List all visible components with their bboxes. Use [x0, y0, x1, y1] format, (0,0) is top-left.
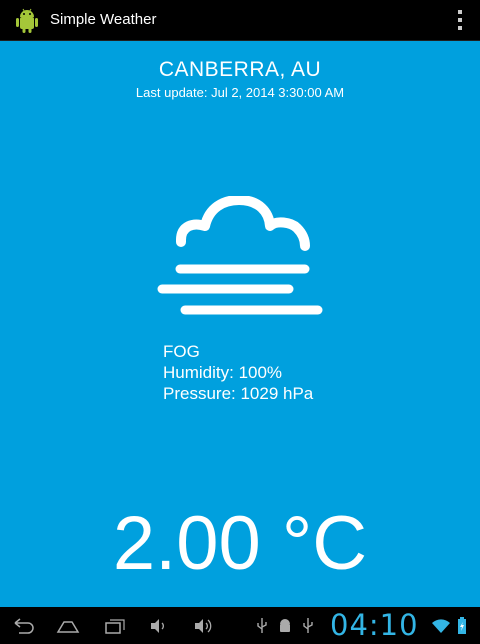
pressure-text: Pressure: 1029 hPa	[163, 384, 314, 403]
humidity-text: Humidity: 100%	[163, 363, 283, 382]
fog-icon	[157, 196, 323, 315]
usb-icon	[303, 618, 313, 633]
wifi-icon	[432, 619, 450, 633]
back-icon[interactable]	[10, 615, 36, 637]
home-icon[interactable]	[55, 615, 81, 637]
weather-panel: CANBERRA, AU Last update: Jul 2, 2014 3:…	[0, 41, 480, 607]
recent-apps-icon[interactable]	[102, 615, 128, 637]
overflow-menu-icon[interactable]	[456, 10, 464, 30]
temperature-value: 2.00 °C	[112, 501, 368, 586]
android-debug-icon	[280, 619, 290, 632]
battery-icon	[458, 617, 466, 634]
android-app-icon[interactable]	[12, 5, 42, 35]
system-navigation-bar: 04:10	[0, 607, 480, 644]
city-name: CANBERRA, AU	[158, 58, 322, 81]
volume-down-icon[interactable]	[148, 615, 168, 637]
app-title: Simple Weather	[50, 11, 157, 28]
volume-up-icon[interactable]	[192, 615, 214, 637]
usb-icon	[257, 618, 267, 633]
weather-details: FOG Humidity: 100% Pressure: 1029 hPa	[163, 341, 313, 404]
last-update-text: Last update: Jul 2, 2014 3:30:00 AM	[135, 85, 345, 100]
action-bar: Simple Weather	[0, 0, 480, 41]
status-clock: 04:10	[330, 608, 419, 642]
condition-text: FOG	[163, 342, 200, 361]
